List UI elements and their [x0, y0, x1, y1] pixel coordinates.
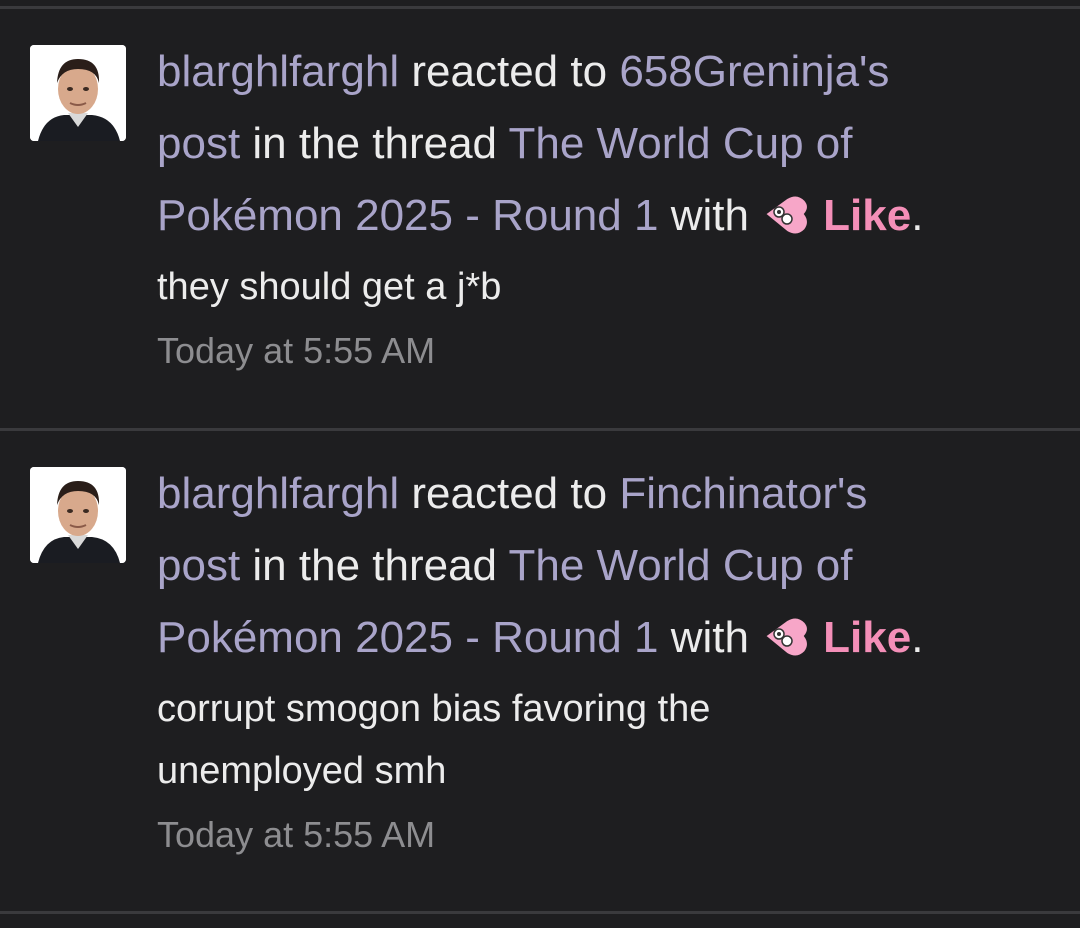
thread-title-line-1: The World Cup of	[508, 119, 853, 168]
snippet-line-1: corrupt smogon bias favoring the	[157, 688, 711, 730]
user-link[interactable]: blarghlfarghl	[157, 47, 399, 96]
alerts-feed: blarghlfarghl reacted to 658Greninja's p…	[0, 0, 1080, 928]
alert-headline: blarghlfarghl reacted to Finchinator's p…	[157, 458, 1057, 674]
pink-heart-face-icon	[763, 616, 810, 658]
avatar[interactable]	[30, 45, 126, 141]
in-thread-text: in the thread	[252, 541, 498, 590]
snippet-line-2: unemployed smh	[157, 750, 447, 792]
post-snippet: corrupt smogon bias favoring the unemplo…	[157, 678, 1057, 802]
post-snippet: they should get a j*b	[157, 266, 502, 308]
avatar-image	[30, 467, 126, 563]
target-user-link[interactable]: Finchinator's	[619, 469, 867, 518]
divider	[0, 6, 1080, 9]
action-text: reacted to	[411, 469, 608, 518]
thread-title-line-1: The World Cup of	[508, 541, 853, 590]
period: .	[911, 191, 924, 240]
reaction-label: Like	[823, 613, 912, 662]
timestamp: Today at 5:55 AM	[157, 330, 436, 371]
with-text: with	[670, 191, 749, 240]
in-thread-text: in the thread	[252, 119, 498, 168]
avatar[interactable]	[30, 467, 126, 563]
user-link[interactable]: blarghlfarghl	[157, 469, 399, 518]
with-text: with	[670, 613, 749, 662]
target-user-link[interactable]: 658Greninja's	[619, 47, 889, 96]
period: .	[911, 613, 924, 662]
action-text: reacted to	[411, 47, 608, 96]
thread-title-line-2: Pokémon 2025 - Round 1	[157, 191, 659, 240]
pink-heart-face-icon	[763, 194, 810, 236]
divider	[0, 911, 1080, 914]
avatar-image	[30, 45, 126, 141]
alert-headline: blarghlfarghl reacted to 658Greninja's p…	[157, 36, 1057, 252]
reaction-label: Like	[823, 191, 912, 240]
divider	[0, 428, 1080, 431]
thread-title-line-2: Pokémon 2025 - Round 1	[157, 613, 659, 662]
post-link[interactable]: post	[157, 541, 240, 590]
post-link[interactable]: post	[157, 119, 240, 168]
timestamp: Today at 5:55 AM	[157, 814, 436, 855]
